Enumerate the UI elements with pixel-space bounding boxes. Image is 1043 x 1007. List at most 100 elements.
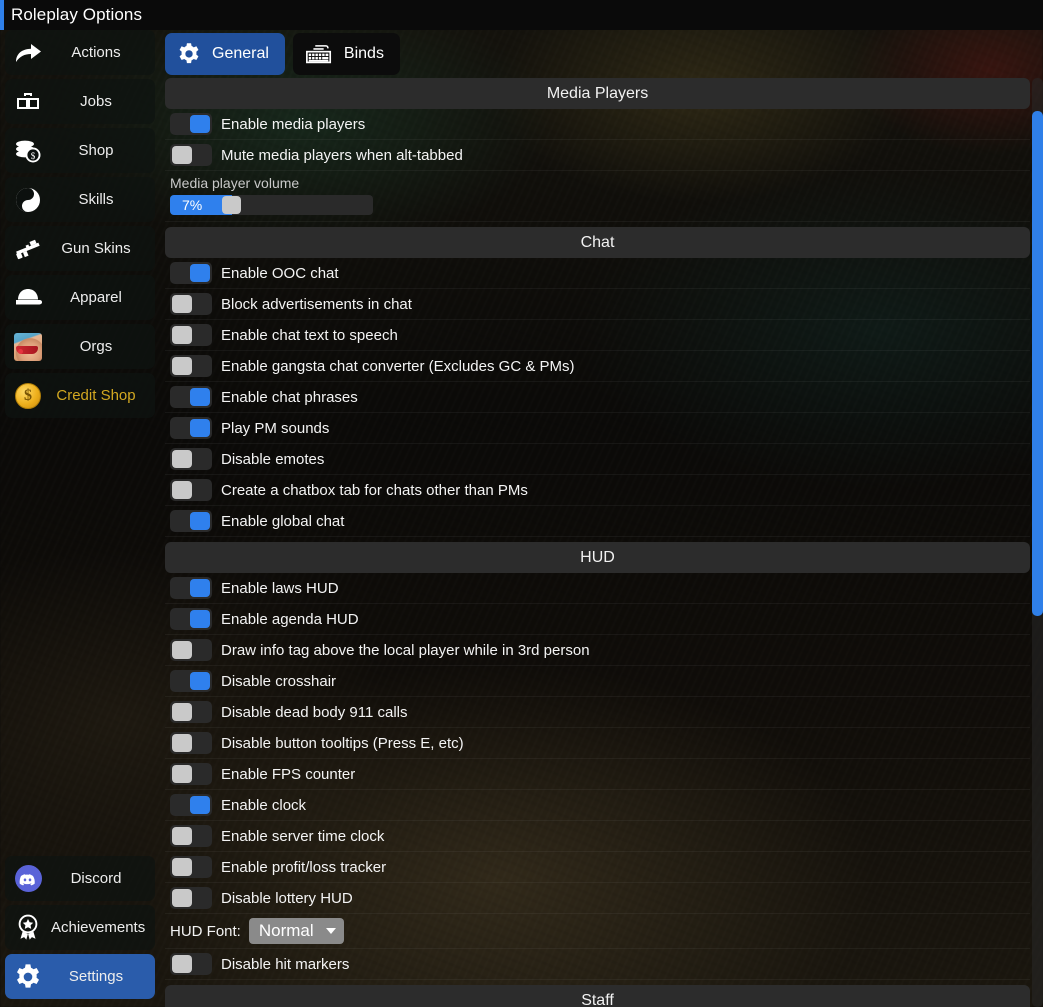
setting-row-disable-hit-markers[interactable]: Disable hit markers bbox=[165, 949, 1030, 980]
toggle-disable-dead-body-911[interactable] bbox=[170, 701, 212, 723]
arrow-redo-icon bbox=[5, 41, 51, 65]
toggle-enable-chat-phrases[interactable] bbox=[170, 386, 212, 408]
section-header-chat: Chat bbox=[165, 227, 1030, 258]
gold-coin-icon: $ bbox=[5, 382, 51, 409]
sidebar-item-label: Apparel bbox=[70, 289, 122, 306]
toggle-draw-info-tag[interactable] bbox=[170, 639, 212, 661]
setting-row-disable-emotes[interactable]: Disable emotes bbox=[165, 444, 1030, 475]
sidebar-item-apparel[interactable]: Apparel bbox=[5, 275, 155, 320]
toggle-chat-text-to-speech[interactable] bbox=[170, 324, 212, 346]
toggle-disable-hit-markers[interactable] bbox=[170, 953, 212, 975]
coins-icon: $ bbox=[5, 138, 51, 164]
setting-row-gangsta-chat-converter[interactable]: Enable gangsta chat converter (Excludes … bbox=[165, 351, 1030, 382]
toggle-disable-crosshair[interactable] bbox=[170, 670, 212, 692]
setting-label: Enable clock bbox=[221, 796, 307, 814]
award-badge-icon bbox=[5, 914, 51, 942]
setting-label: Create a chatbox tab for chats other tha… bbox=[221, 481, 528, 499]
sidebar-item-label: Gun Skins bbox=[61, 240, 131, 257]
setting-row-enable-clock[interactable]: Enable clock bbox=[165, 790, 1030, 821]
sidebar-item-credit-shop[interactable]: $ Credit Shop bbox=[5, 373, 155, 418]
section-title: HUD bbox=[580, 548, 615, 566]
setting-row-chat-text-to-speech[interactable]: Enable chat text to speech bbox=[165, 320, 1030, 351]
chevron-down-icon bbox=[325, 928, 336, 934]
setting-label: Disable emotes bbox=[221, 450, 325, 468]
setting-row-draw-info-tag[interactable]: Draw info tag above the local player whi… bbox=[165, 635, 1030, 666]
setting-label: Disable crosshair bbox=[221, 672, 337, 690]
sidebar-item-actions[interactable]: Actions bbox=[5, 30, 155, 75]
tab-binds[interactable]: Binds bbox=[292, 33, 400, 75]
sidebar-item-skills[interactable]: Skills bbox=[5, 177, 155, 222]
setting-row-enable-ooc-chat[interactable]: Enable OOC chat bbox=[165, 258, 1030, 289]
gear-icon bbox=[5, 963, 51, 991]
volume-label: Media player volume bbox=[170, 175, 300, 191]
section-title: Chat bbox=[580, 233, 615, 251]
toggle-enable-agenda-hud[interactable] bbox=[170, 608, 212, 630]
hud-font-select[interactable]: Normal bbox=[248, 918, 344, 944]
toggle-enable-laws-hud[interactable] bbox=[170, 577, 212, 599]
section-header-hud: HUD bbox=[165, 542, 1030, 573]
toggle-create-chatbox-tab[interactable] bbox=[170, 479, 212, 501]
toggle-disable-lottery-hud[interactable] bbox=[170, 887, 212, 909]
setting-label: Enable OOC chat bbox=[221, 264, 339, 282]
sidebar-item-label: Actions bbox=[71, 44, 121, 61]
scrollbar-thumb[interactable] bbox=[1032, 111, 1043, 616]
sidebar: Actions Jobs $ Shop Skills Gun Skins App… bbox=[0, 30, 160, 1007]
setting-label: Enable gangsta chat converter (Excludes … bbox=[221, 357, 575, 375]
setting-row-disable-button-tooltips[interactable]: Disable button tooltips (Press E, etc) bbox=[165, 728, 1030, 759]
setting-row-enable-media-players[interactable]: Enable media players bbox=[165, 109, 1030, 140]
media-player-volume-slider[interactable]: 7% bbox=[170, 195, 373, 215]
setting-row-disable-dead-body-911[interactable]: Disable dead body 911 calls bbox=[165, 697, 1030, 728]
section-header-staff: Staff bbox=[165, 985, 1030, 1007]
setting-label: Enable global chat bbox=[221, 512, 345, 530]
setting-row-enable-fps-counter[interactable]: Enable FPS counter bbox=[165, 759, 1030, 790]
toggle-block-advertisements[interactable] bbox=[170, 293, 212, 315]
sidebar-item-orgs[interactable]: Orgs bbox=[5, 324, 155, 369]
sidebar-item-settings[interactable]: Settings bbox=[5, 954, 155, 999]
toggle-play-pm-sounds[interactable] bbox=[170, 417, 212, 439]
sidebar-item-shop[interactable]: $ Shop bbox=[5, 128, 155, 173]
cap-icon bbox=[5, 287, 51, 309]
tab-general[interactable]: General bbox=[165, 33, 285, 75]
window-title-bar: Roleplay Options bbox=[0, 0, 1043, 30]
toggle-enable-profit-loss-tracker[interactable] bbox=[170, 856, 212, 878]
setting-row-enable-laws-hud[interactable]: Enable laws HUD bbox=[165, 573, 1030, 604]
setting-label: Enable chat phrases bbox=[221, 388, 358, 406]
toggle-enable-global-chat[interactable] bbox=[170, 510, 212, 532]
setting-label: Disable dead body 911 calls bbox=[221, 703, 408, 721]
toggle-gangsta-chat-converter[interactable] bbox=[170, 355, 212, 377]
setting-label: Disable button tooltips (Press E, etc) bbox=[221, 734, 464, 752]
scrollbar-track[interactable] bbox=[1032, 78, 1043, 1007]
toggle-enable-clock[interactable] bbox=[170, 794, 212, 816]
toggle-enable-fps-counter[interactable] bbox=[170, 763, 212, 785]
sidebar-item-discord[interactable]: Discord bbox=[5, 856, 155, 901]
setting-label: Disable lottery HUD bbox=[221, 889, 353, 907]
sidebar-item-jobs[interactable]: Jobs bbox=[5, 79, 155, 124]
setting-row-create-chatbox-tab[interactable]: Create a chatbox tab for chats other tha… bbox=[165, 475, 1030, 506]
setting-row-enable-server-time-clock[interactable]: Enable server time clock bbox=[165, 821, 1030, 852]
toggle-enable-server-time-clock[interactable] bbox=[170, 825, 212, 847]
toggle-mute-media-players-alt-tabbed[interactable] bbox=[170, 144, 212, 166]
section-header-media-players: Media Players bbox=[165, 78, 1030, 109]
gear-icon bbox=[177, 42, 201, 66]
setting-row-play-pm-sounds[interactable]: Play PM sounds bbox=[165, 413, 1030, 444]
sidebar-item-label: Discord bbox=[70, 870, 122, 887]
setting-row-block-advertisements[interactable]: Block advertisements in chat bbox=[165, 289, 1030, 320]
setting-row-enable-agenda-hud[interactable]: Enable agenda HUD bbox=[165, 604, 1030, 635]
setting-row-disable-crosshair[interactable]: Disable crosshair bbox=[165, 666, 1030, 697]
volume-knob[interactable] bbox=[222, 196, 241, 214]
setting-row-hud-font: HUD Font: Normal bbox=[165, 914, 1030, 949]
toggle-disable-emotes[interactable] bbox=[170, 448, 212, 470]
setting-row-mute-media-players-alt-tabbed[interactable]: Mute media players when alt-tabbed bbox=[165, 140, 1030, 171]
setting-row-enable-profit-loss-tracker[interactable]: Enable profit/loss tracker bbox=[165, 852, 1030, 883]
settings-scroll-area[interactable]: Media Players Enable media players Mute … bbox=[165, 78, 1030, 1007]
setting-row-enable-global-chat[interactable]: Enable global chat bbox=[165, 506, 1030, 537]
setting-row-disable-lottery-hud[interactable]: Disable lottery HUD bbox=[165, 883, 1030, 914]
sidebar-item-label: Achievements bbox=[51, 919, 146, 936]
sidebar-item-gun-skins[interactable]: Gun Skins bbox=[5, 226, 155, 271]
toggle-disable-button-tooltips[interactable] bbox=[170, 732, 212, 754]
toggle-enable-media-players[interactable] bbox=[170, 113, 212, 135]
toggle-enable-ooc-chat[interactable] bbox=[170, 262, 212, 284]
sidebar-item-achievements[interactable]: Achievements bbox=[5, 905, 155, 950]
setting-row-enable-chat-phrases[interactable]: Enable chat phrases bbox=[165, 382, 1030, 413]
hud-font-value: Normal bbox=[258, 921, 314, 940]
